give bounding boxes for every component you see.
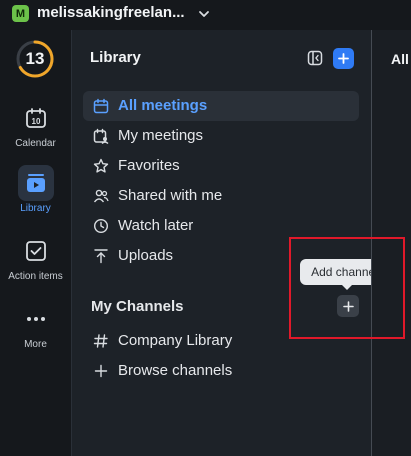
rail-item-library[interactable]: Library xyxy=(0,165,71,214)
nav-label: Browse channels xyxy=(118,362,233,379)
rail-label-action-items: Action items xyxy=(8,271,63,282)
nav-label: Uploads xyxy=(118,247,174,264)
more-dots-icon xyxy=(18,301,54,337)
highlight-box xyxy=(289,237,405,339)
workspace-name[interactable]: melissakingfreelan... xyxy=(37,4,185,21)
nav-item-all-meetings[interactable]: All meetings xyxy=(83,91,359,121)
checkbox-icon xyxy=(18,233,54,269)
top-bar: M melissakingfreelan... xyxy=(0,0,411,30)
rail-label-calendar: Calendar xyxy=(15,138,56,149)
panel-title: Library xyxy=(90,49,141,66)
chevron-down-icon[interactable] xyxy=(198,8,210,20)
left-rail: 13 10 Calendar Library Action items More xyxy=(0,30,71,456)
nav-label: Company Library xyxy=(118,332,233,349)
calendar-icon: 10 xyxy=(18,100,54,136)
calendar-icon xyxy=(93,98,109,114)
my-channels-title: My Channels xyxy=(91,298,184,315)
nav-label: Shared with me xyxy=(118,187,223,204)
nav-item-favorites[interactable]: Favorites xyxy=(83,151,359,181)
plus-icon xyxy=(94,364,108,378)
nav-label: Watch later xyxy=(118,217,194,234)
rail-item-more[interactable]: More xyxy=(0,301,71,350)
rail-item-calendar[interactable]: 10 Calendar xyxy=(0,100,71,149)
hash-icon xyxy=(93,334,108,348)
rail-label-library: Library xyxy=(20,203,51,214)
users-icon xyxy=(93,189,109,203)
content-title: All xyxy=(391,51,409,67)
rail-item-action-items[interactable]: Action items xyxy=(0,233,71,282)
nav-label: My meetings xyxy=(118,127,204,144)
add-button[interactable] xyxy=(333,48,354,69)
clock-icon xyxy=(93,218,109,234)
plus-icon xyxy=(338,53,349,64)
channel-item-browse-channels[interactable]: Browse channels xyxy=(83,356,359,386)
nav-label: All meetings xyxy=(118,97,208,114)
nav-item-shared-with-me[interactable]: Shared with me xyxy=(83,181,359,211)
calendar-date: 10 xyxy=(31,117,40,126)
rail-label-more: More xyxy=(24,339,47,350)
library-icon xyxy=(17,165,54,201)
score-ring[interactable]: 13 xyxy=(15,39,55,79)
score-value: 13 xyxy=(25,49,45,68)
upload-icon xyxy=(94,249,108,264)
star-icon xyxy=(93,158,109,173)
calendar-user-icon xyxy=(93,128,109,144)
workspace-avatar[interactable]: M xyxy=(12,5,29,22)
collapse-panel-icon[interactable] xyxy=(307,50,323,66)
nav-item-my-meetings[interactable]: My meetings xyxy=(83,121,359,151)
nav-label: Favorites xyxy=(118,157,180,174)
